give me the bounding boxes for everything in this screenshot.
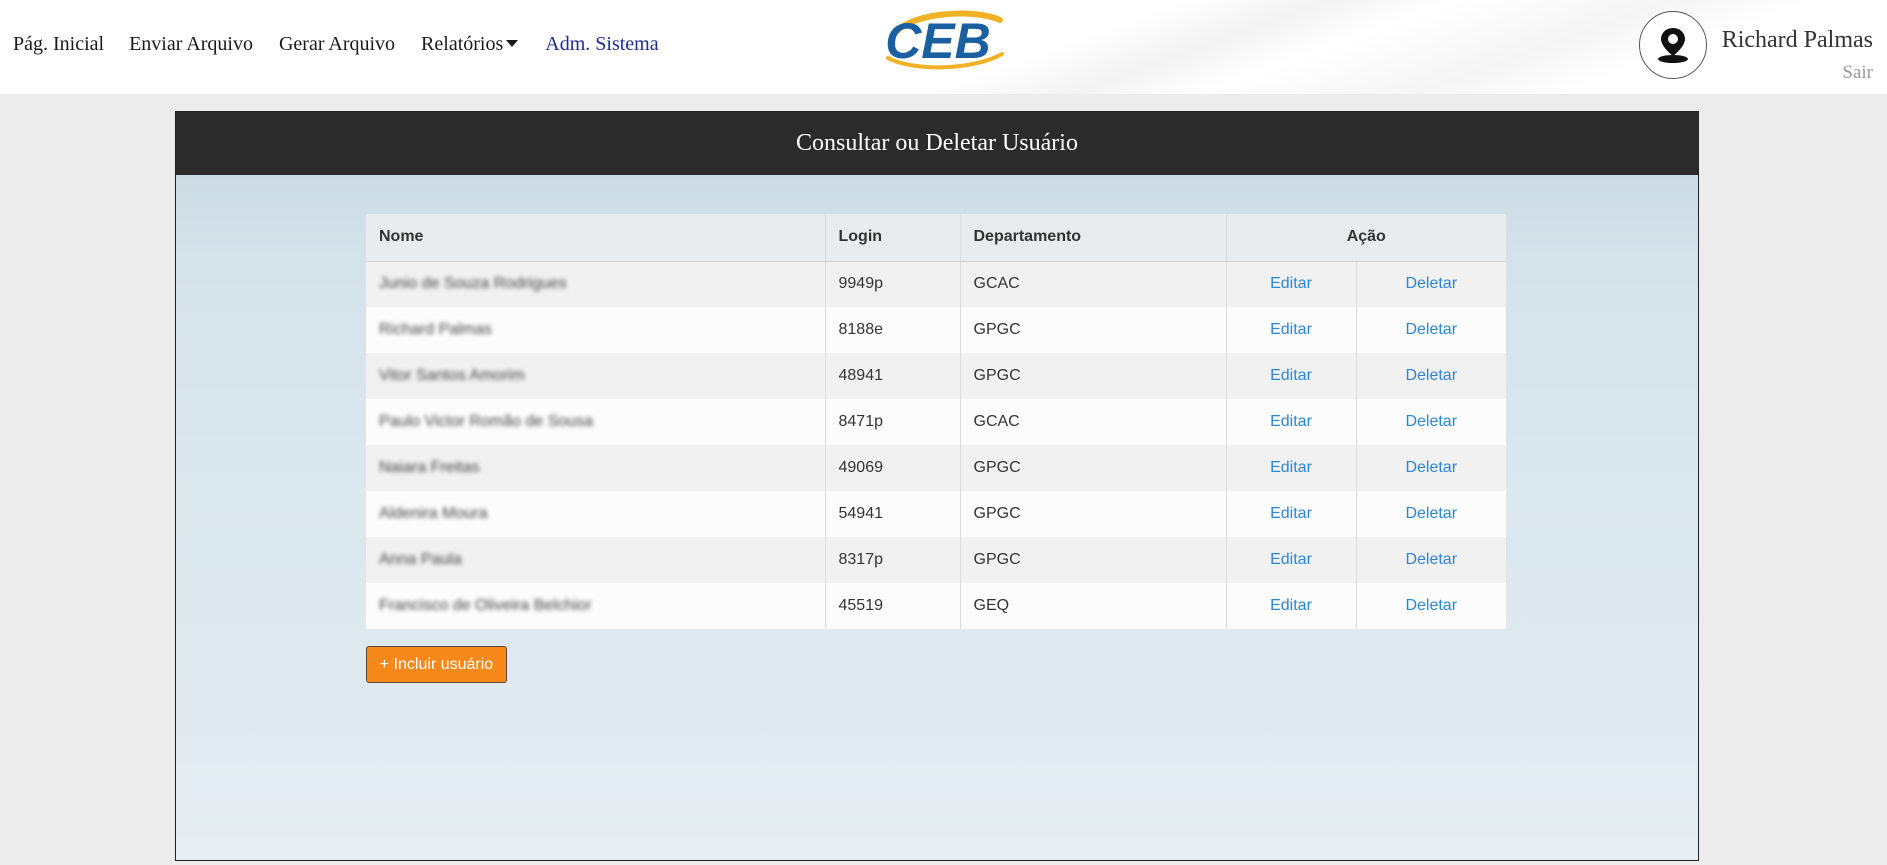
cell-edit: Editar bbox=[1226, 537, 1357, 583]
edit-link[interactable]: Editar bbox=[1270, 413, 1312, 430]
cell-name: Junio de Souza Rodrigues bbox=[366, 261, 826, 307]
edit-link[interactable]: Editar bbox=[1270, 597, 1312, 614]
cell-delete: Deletar bbox=[1356, 307, 1506, 353]
col-header-name: Nome bbox=[366, 214, 826, 262]
cell-delete: Deletar bbox=[1356, 537, 1506, 583]
cell-login: 8471p bbox=[825, 399, 961, 445]
col-header-dept: Departamento bbox=[960, 214, 1227, 262]
cell-delete: Deletar bbox=[1356, 261, 1506, 307]
cell-dept: GPGC bbox=[960, 353, 1227, 399]
logout-link[interactable]: Sair bbox=[1842, 62, 1873, 84]
cell-login: 9949p bbox=[825, 261, 961, 307]
edit-link[interactable]: Editar bbox=[1270, 321, 1312, 338]
cell-edit: Editar bbox=[1226, 261, 1357, 307]
cell-login: 45519 bbox=[825, 583, 961, 629]
table-row: Naiara Freitas 49069 GPGC Editar Deletar bbox=[366, 445, 1506, 491]
col-header-login: Login bbox=[825, 214, 961, 262]
cell-delete: Deletar bbox=[1356, 445, 1506, 491]
cell-edit: Editar bbox=[1226, 491, 1357, 537]
delete-link[interactable]: Deletar bbox=[1405, 459, 1457, 476]
cell-name: Naiara Freitas bbox=[366, 445, 826, 491]
main-nav: Pág. Inicial Enviar Arquivo Gerar Arquiv… bbox=[13, 33, 659, 56]
cell-name: Aldenira Moura bbox=[366, 491, 826, 537]
cell-edit: Editar bbox=[1226, 307, 1357, 353]
cell-name: Francisco de Oliveira Belchior bbox=[366, 583, 826, 629]
delete-link[interactable]: Deletar bbox=[1405, 597, 1457, 614]
cell-edit: Editar bbox=[1226, 583, 1357, 629]
delete-link[interactable]: Deletar bbox=[1405, 367, 1457, 384]
cell-dept: GEQ bbox=[960, 583, 1227, 629]
cell-name: Paulo Victor Romão de Sousa bbox=[366, 399, 826, 445]
cell-delete: Deletar bbox=[1356, 399, 1506, 445]
ceb-logo[interactable]: CEB bbox=[874, 8, 1008, 72]
nav-home-link[interactable]: Pág. Inicial bbox=[13, 33, 104, 56]
caret-down-icon bbox=[506, 39, 519, 47]
cell-dept: GPGC bbox=[960, 307, 1227, 353]
edit-link[interactable]: Editar bbox=[1270, 505, 1312, 522]
cell-edit: Editar bbox=[1226, 445, 1357, 491]
cell-edit: Editar bbox=[1226, 399, 1357, 445]
cell-name: Richard Palmas bbox=[366, 307, 826, 353]
table-row: Anna Paula 8317p GPGC Editar Deletar bbox=[366, 537, 1506, 583]
edit-link[interactable]: Editar bbox=[1270, 459, 1312, 476]
cell-delete: Deletar bbox=[1356, 583, 1506, 629]
col-header-action: Ação bbox=[1226, 214, 1506, 262]
top-navbar: Pág. Inicial Enviar Arquivo Gerar Arquiv… bbox=[0, 0, 1887, 94]
users-panel: Consultar ou Deletar Usuário Nome Login … bbox=[175, 111, 1699, 861]
cell-name: Vitor Santos Amorim bbox=[366, 353, 826, 399]
cell-dept: GPGC bbox=[960, 445, 1227, 491]
delete-link[interactable]: Deletar bbox=[1405, 505, 1457, 522]
nav-generate-link[interactable]: Gerar Arquivo bbox=[279, 33, 395, 56]
delete-link[interactable]: Deletar bbox=[1405, 413, 1457, 430]
cell-edit: Editar bbox=[1226, 353, 1357, 399]
table-row: Junio de Souza Rodrigues 9949p GCAC Edit… bbox=[366, 261, 1506, 307]
nav-reports-label: Relatórios bbox=[421, 33, 504, 55]
cell-login: 49069 bbox=[825, 445, 961, 491]
table-row: Aldenira Moura 54941 GPGC Editar Deletar bbox=[366, 491, 1506, 537]
add-user-button[interactable]: + Incluir usuário bbox=[366, 646, 507, 683]
cell-login: 48941 bbox=[825, 353, 961, 399]
edit-link[interactable]: Editar bbox=[1270, 275, 1312, 292]
edit-link[interactable]: Editar bbox=[1270, 367, 1312, 384]
cell-dept: GCAC bbox=[960, 261, 1227, 307]
user-location-icon bbox=[1658, 28, 1688, 63]
nav-admin-link[interactable]: Adm. Sistema bbox=[545, 33, 658, 56]
nav-reports-dropdown[interactable]: Relatórios bbox=[421, 33, 519, 56]
table-row: Paulo Victor Romão de Sousa 8471p GCAC E… bbox=[366, 399, 1506, 445]
users-table: Nome Login Departamento Ação Junio de So… bbox=[366, 214, 1506, 629]
nav-upload-link[interactable]: Enviar Arquivo bbox=[129, 33, 253, 56]
cell-delete: Deletar bbox=[1356, 491, 1506, 537]
delete-link[interactable]: Deletar bbox=[1405, 551, 1457, 568]
cell-name: Anna Paula bbox=[366, 537, 826, 583]
cell-dept: GPGC bbox=[960, 491, 1227, 537]
delete-link[interactable]: Deletar bbox=[1405, 321, 1457, 338]
table-row: Vitor Santos Amorim 48941 GPGC Editar De… bbox=[366, 353, 1506, 399]
cell-login: 8188e bbox=[825, 307, 961, 353]
logo-text: CEB bbox=[885, 13, 991, 69]
user-name: Richard Palmas bbox=[1721, 27, 1873, 53]
delete-link[interactable]: Deletar bbox=[1405, 275, 1457, 292]
cell-dept: GCAC bbox=[960, 399, 1227, 445]
table-header-row: Nome Login Departamento Ação bbox=[366, 214, 1506, 262]
cell-dept: GPGC bbox=[960, 537, 1227, 583]
table-row: Richard Palmas 8188e GPGC Editar Deletar bbox=[366, 307, 1506, 353]
cell-delete: Deletar bbox=[1356, 353, 1506, 399]
user-avatar[interactable] bbox=[1639, 11, 1707, 79]
table-row: Francisco de Oliveira Belchior 45519 GEQ… bbox=[366, 583, 1506, 629]
cell-login: 8317p bbox=[825, 537, 961, 583]
cell-login: 54941 bbox=[825, 491, 961, 537]
panel-title: Consultar ou Deletar Usuário bbox=[176, 112, 1698, 175]
edit-link[interactable]: Editar bbox=[1270, 551, 1312, 568]
